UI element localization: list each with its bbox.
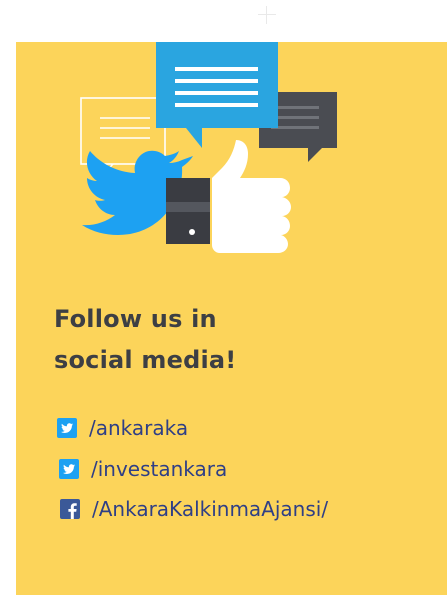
social-link-investankara[interactable]: /investankara bbox=[57, 458, 328, 480]
social-media-card: Follow us in social media! /ankaraka /in… bbox=[16, 42, 447, 595]
follow-heading: Follow us in social media! bbox=[54, 299, 236, 381]
social-link-facebook[interactable]: /AnkaraKalkinmaAjansi/ bbox=[57, 498, 328, 520]
social-link-label[interactable]: /investankara bbox=[91, 458, 227, 480]
social-link-label[interactable]: /ankaraka bbox=[89, 417, 188, 439]
social-illustration bbox=[80, 42, 337, 253]
heading-line-1: Follow us in bbox=[54, 305, 217, 333]
social-link-ankaraka[interactable]: /ankaraka bbox=[57, 417, 328, 439]
heading-line-2: social media! bbox=[54, 346, 237, 374]
social-link-label[interactable]: /AnkaraKalkinmaAjansi/ bbox=[92, 498, 328, 520]
facebook-icon bbox=[60, 499, 80, 519]
twitter-icon bbox=[59, 458, 79, 479]
twitter-icon bbox=[57, 418, 77, 438]
thumbs-up-icon bbox=[166, 140, 291, 253]
social-links-list: /ankaraka /investankara /AnkaraKalkinmaA… bbox=[57, 417, 328, 539]
plus-icon bbox=[258, 6, 276, 24]
